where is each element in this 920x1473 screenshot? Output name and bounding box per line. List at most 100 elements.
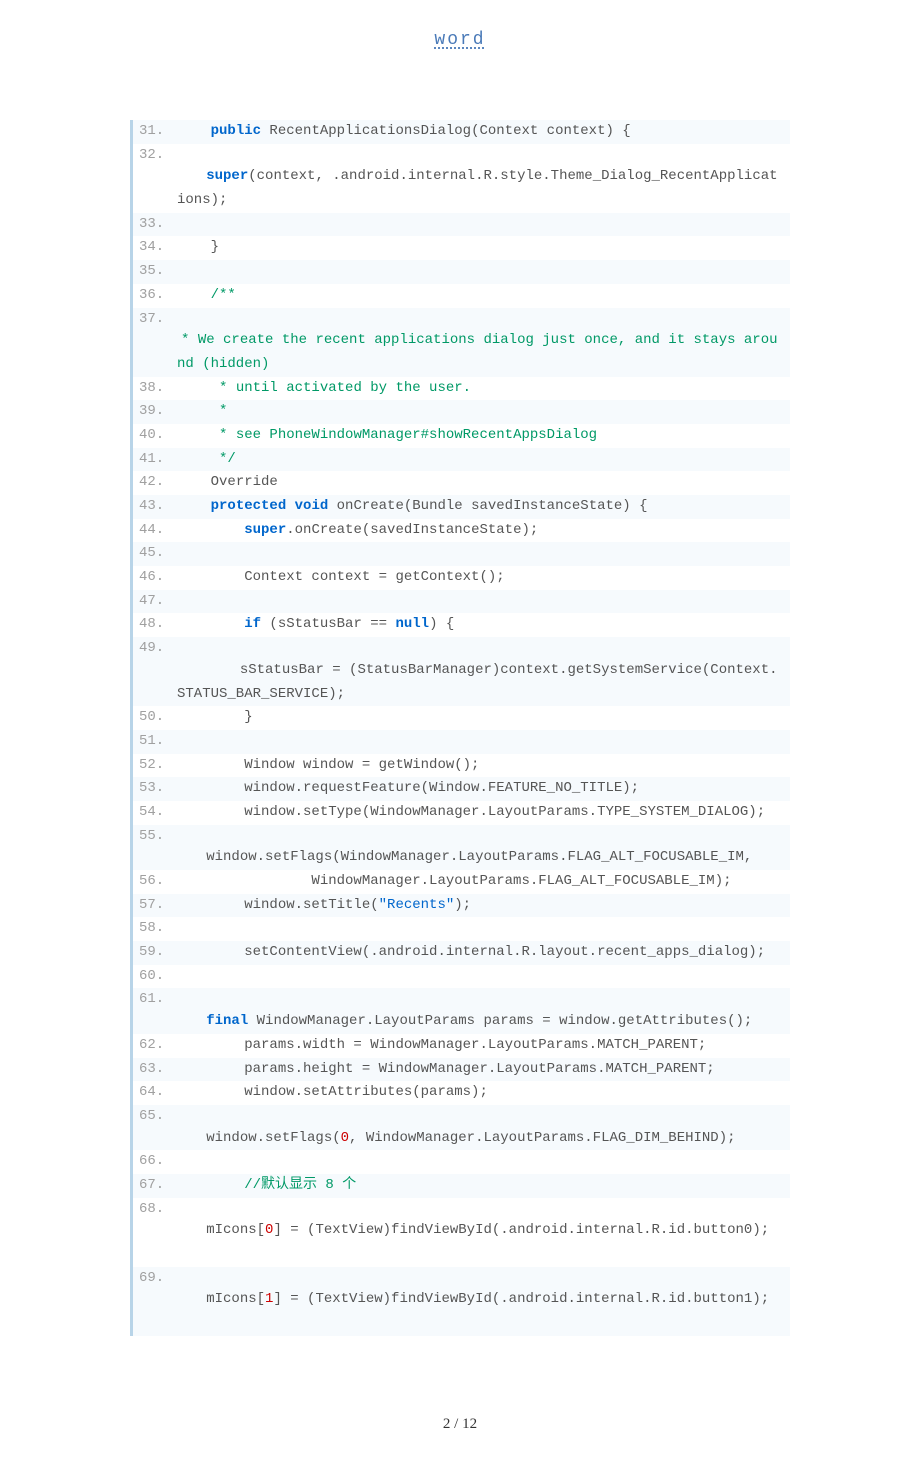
code-line: 46. Context context = getContext(); [133,566,790,590]
line-number: 67. [139,1175,177,1197]
line-number: 44. [139,520,177,542]
code-text [177,1151,790,1173]
code-text: * [177,401,790,423]
code-line: 61. final WindowManager.LayoutParams par… [133,988,790,1033]
code-line-wrap: ions); [133,189,790,213]
code-text [177,731,790,753]
code-text [177,261,790,283]
line-number: 42. [139,472,177,494]
code-line: 49. sStatusBar = (StatusBarManager)conte… [133,637,790,682]
code-text: } [177,707,790,729]
code-text: setContentView(.android.internal.R.layou… [177,942,790,964]
line-number: 64. [139,1082,177,1104]
line-number: 56. [139,871,177,893]
line-number: 65. [139,1106,177,1128]
page-header: word [0,30,920,50]
code-line: 52. Window window = getWindow(); [133,754,790,778]
code-line: 50. } [133,706,790,730]
code-text: Window window = getWindow(); [177,755,790,777]
code-line: 31. public RecentApplicationsDialog(Cont… [133,120,790,144]
code-text: window.setFlags(0, WindowManager.LayoutP… [139,1128,790,1150]
line-number: 47. [139,591,177,613]
code-text: Override [177,472,790,494]
code-line: 66. [133,1150,790,1174]
code-line: 56. WindowManager.LayoutParams.FLAG_ALT_… [133,870,790,894]
code-text: } [177,237,790,259]
line-number: 46. [139,567,177,589]
page-footer: 2 / 12 [0,1416,920,1433]
line-number: 59. [139,942,177,964]
line-number: 58. [139,918,177,940]
code-text: * see PhoneWindowManager#showRecentAppsD… [177,425,790,447]
line-number: 57. [139,895,177,917]
document-page: word 31. public RecentApplicationsDialog… [0,0,920,1473]
code-line: 55. window.setFlags(WindowManager.Layout… [133,825,790,870]
code-line: 36. /** [133,284,790,308]
code-text: mIcons[1] = (TextView)findViewById(.andr… [139,1289,790,1311]
code-text: /** [177,285,790,307]
code-text [177,543,790,565]
code-text: WindowManager.LayoutParams.FLAG_ALT_FOCU… [177,871,790,893]
code-line: 65. window.setFlags(0, WindowManager.Lay… [133,1105,790,1150]
code-line: 45. [133,542,790,566]
line-number: 39. [139,401,177,423]
line-number: 31. [139,121,177,143]
code-text: nd (hidden) [177,354,790,376]
code-line-wrap: STATUS_BAR_SERVICE); [133,683,790,707]
code-line: 53. window.requestFeature(Window.FEATURE… [133,777,790,801]
code-text: params.width = WindowManager.LayoutParam… [177,1035,790,1057]
code-text: * until activated by the user. [177,378,790,400]
code-line: 42. Override [133,471,790,495]
code-line: 33. [133,213,790,237]
line-number: 34. [139,237,177,259]
line-number: 68. [139,1199,177,1221]
line-number: 48. [139,614,177,636]
code-line: 60. [133,965,790,989]
code-line: 57. window.setTitle("Recents"); [133,894,790,918]
line-number: 50. [139,707,177,729]
code-text: super.onCreate(savedInstanceState); [177,520,790,542]
code-text: mIcons[0] = (TextView)findViewById(.andr… [139,1220,790,1242]
code-block: 31. public RecentApplicationsDialog(Cont… [130,120,790,1336]
page-sep: / [450,1416,462,1432]
page-current: 2 [443,1416,451,1432]
line-number: 43. [139,496,177,518]
line-number: 54. [139,802,177,824]
code-line: 64. window.setAttributes(params); [133,1081,790,1105]
code-line: 63. params.height = WindowManager.Layout… [133,1058,790,1082]
code-line: 51. [133,730,790,754]
line-number: 37. [139,309,177,331]
code-line: 48. if (sStatusBar == null) { [133,613,790,637]
line-number: 62. [139,1035,177,1057]
line-number: 60. [139,966,177,988]
code-text: window.setFlags(WindowManager.LayoutPara… [139,847,790,869]
code-line: 59. setContentView(.android.internal.R.l… [133,941,790,965]
code-text: ions); [177,190,790,212]
code-line: 40. * see PhoneWindowManager#showRecentA… [133,424,790,448]
code-text: //默认显示 8 个 [177,1175,790,1197]
line-number: 55. [139,826,177,848]
code-text: Context context = getContext(); [177,567,790,589]
code-line: 34. } [133,236,790,260]
code-text [177,966,790,988]
line-number: 63. [139,1059,177,1081]
code-line: 35. [133,260,790,284]
code-line: 68. mIcons[0] = (TextView)findViewById(.… [133,1198,790,1243]
code-text: window.setAttributes(params); [177,1082,790,1104]
code-line: 38. * until activated by the user. [133,377,790,401]
code-text: public RecentApplicationsDialog(Context … [177,121,790,143]
code-line-wrap [133,1243,790,1267]
code-line: 54. window.setType(WindowManager.LayoutP… [133,801,790,825]
page-total: 12 [462,1416,477,1432]
code-text: STATUS_BAR_SERVICE); [177,684,790,706]
code-text [177,1313,790,1335]
code-text: super(context, .android.internal.R.style… [139,166,790,188]
line-number: 38. [139,378,177,400]
code-text: sStatusBar = (StatusBarManager)context.g… [139,660,790,682]
code-line: 58. [133,917,790,941]
code-text: */ [177,449,790,471]
code-line: 47. [133,590,790,614]
line-number: 45. [139,543,177,565]
code-line: 39. * [133,400,790,424]
code-text [177,1244,790,1266]
